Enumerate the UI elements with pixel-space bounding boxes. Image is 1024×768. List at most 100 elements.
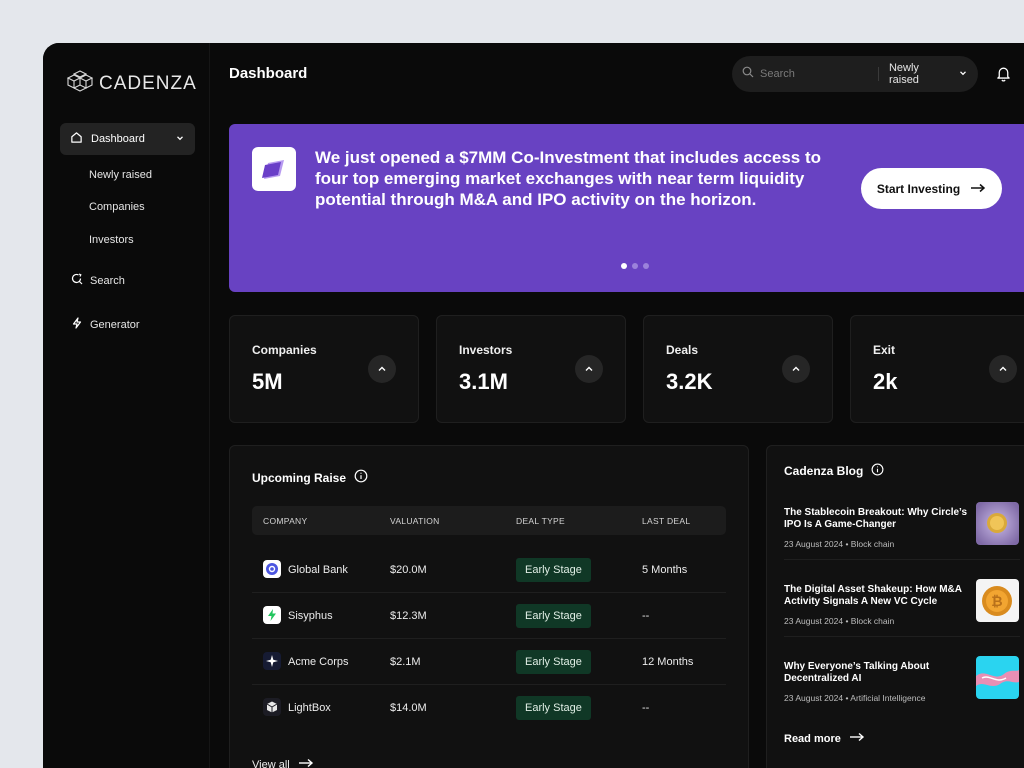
blog-post[interactable]: The Digital Asset Shakeup: How M&A Activ… xyxy=(784,579,1024,644)
search-divider xyxy=(878,67,879,81)
last-deal: -- xyxy=(642,702,650,714)
app-window: CADENZA Dashboard Newly raised Companies… xyxy=(43,43,1024,768)
chevron-up-icon[interactable] xyxy=(368,355,396,383)
stat-label: Companies xyxy=(252,343,317,357)
sidebar: CADENZA Dashboard Newly raised Companies… xyxy=(43,43,210,768)
blog-post[interactable]: The Stablecoin Breakout: Why Circle’s IP… xyxy=(784,502,1024,567)
stat-card-companies: Companies 5M xyxy=(229,315,419,423)
banner-logo-icon xyxy=(252,147,296,191)
chevron-down-icon xyxy=(175,133,185,146)
panel-title: Upcoming Raise xyxy=(252,469,368,486)
sidebar-item-search[interactable]: Search xyxy=(71,273,125,288)
post-meta: 23 August 2024 • Block chain xyxy=(784,616,895,626)
lightbox-logo-icon xyxy=(263,698,281,716)
sidebar-item-label: Dashboard xyxy=(91,133,145,145)
search-bar: Newly raised xyxy=(732,56,978,92)
company-name: Acme Corps xyxy=(288,656,349,668)
column-header[interactable]: DEAL TYPE xyxy=(516,516,565,526)
filter-dropdown[interactable]: Newly raised xyxy=(889,62,968,86)
chevron-down-icon xyxy=(958,68,968,81)
read-more-label: Read more xyxy=(784,732,841,745)
table-row[interactable]: Acme Corps $2.1M Early Stage 12 Months xyxy=(252,639,726,685)
lightning-icon xyxy=(71,317,83,332)
table-row[interactable]: LightBox $14.0M Early Stage -- xyxy=(252,685,726,731)
column-header[interactable]: LAST DEAL xyxy=(642,516,690,526)
cta-label: Start Investing xyxy=(876,181,961,196)
svg-text:₿: ₿ xyxy=(991,594,1002,610)
brand-logo[interactable]: CADENZA xyxy=(66,70,197,97)
chevron-up-icon[interactable] xyxy=(782,355,810,383)
info-icon[interactable] xyxy=(354,469,368,486)
chevron-up-icon[interactable] xyxy=(575,355,603,383)
sidebar-subitem-newly-raised[interactable]: Newly raised xyxy=(89,169,152,181)
sisyphus-logo-icon xyxy=(263,606,281,624)
sidebar-item-label: Search xyxy=(90,274,125,287)
stat-value: 3.2K xyxy=(666,369,713,394)
stat-label: Exit xyxy=(873,343,896,357)
table-row[interactable]: Sisyphus $12.3M Early Stage -- xyxy=(252,593,726,639)
global-bank-logo-icon xyxy=(263,560,281,578)
last-deal: -- xyxy=(642,610,650,622)
read-more-link[interactable]: Read more xyxy=(784,732,865,745)
company-name: Global Bank xyxy=(288,564,348,576)
stat-card-deals: Deals 3.2K xyxy=(643,315,833,423)
start-investing-button[interactable]: Start Investing xyxy=(861,168,1002,209)
valuation: $20.0M xyxy=(390,564,427,576)
page-title: Dashboard xyxy=(229,65,308,82)
table-row[interactable]: Global Bank $20.0M Early Stage 5 Months xyxy=(252,547,726,593)
sidebar-item-dashboard[interactable]: Dashboard xyxy=(60,123,195,155)
post-title: The Stablecoin Breakout: Why Circle’s IP… xyxy=(784,507,968,530)
sidebar-subitem-investors[interactable]: Investors xyxy=(89,234,134,246)
panel-title: Cadenza Blog xyxy=(784,463,884,479)
chevron-up-icon[interactable] xyxy=(989,355,1017,383)
stat-value: 5M xyxy=(252,369,283,394)
stat-label: Investors xyxy=(459,343,513,357)
company-name: LightBox xyxy=(288,702,331,714)
carousel-dot[interactable] xyxy=(632,263,638,269)
search-refresh-icon xyxy=(71,273,83,288)
brand-name: CADENZA xyxy=(99,72,197,94)
blog-post[interactable]: Why Everyone’s Talking About Decentraliz… xyxy=(784,656,1024,721)
search-input[interactable] xyxy=(760,68,872,80)
valuation: $2.1M xyxy=(390,656,421,668)
stat-card-exit: Exit 2k xyxy=(850,315,1024,423)
deal-type-badge: Early Stage xyxy=(516,558,591,582)
carousel-dots xyxy=(621,263,649,269)
stat-card-investors: Investors 3.1M xyxy=(436,315,626,423)
view-all-label: View all xyxy=(252,758,290,768)
post-title: Why Everyone’s Talking About Decentraliz… xyxy=(784,661,930,684)
sidebar-subitem-companies[interactable]: Companies xyxy=(89,201,145,213)
deal-type-badge: Early Stage xyxy=(516,696,591,720)
blog-title: Cadenza Blog xyxy=(784,464,864,478)
upcoming-raise-title: Upcoming Raise xyxy=(252,470,347,485)
post-thumbnail xyxy=(976,502,1019,545)
blog-panel: Cadenza Blog The Stablecoin Breakout: Wh… xyxy=(766,445,1024,768)
sidebar-item-label: Generator xyxy=(90,318,140,331)
valuation: $14.0M xyxy=(390,702,427,714)
divider xyxy=(784,559,1020,560)
post-thumbnail: ₿ xyxy=(976,579,1019,622)
banner-text: We just opened a $7MM Co-Investment that… xyxy=(315,148,822,209)
cube-logo-icon xyxy=(66,70,94,97)
sidebar-item-generator[interactable]: Generator xyxy=(71,317,140,332)
view-all-link[interactable]: View all xyxy=(252,758,314,768)
promo-banner: We just opened a $7MM Co-Investment that… xyxy=(229,124,1024,292)
carousel-dot[interactable] xyxy=(643,263,649,269)
arrow-right-icon xyxy=(849,732,865,745)
stat-value: 3.1M xyxy=(459,369,508,394)
column-header[interactable]: VALUATION xyxy=(390,516,440,526)
stat-value: 2k xyxy=(873,369,898,394)
post-thumbnail xyxy=(976,656,1019,699)
info-icon[interactable] xyxy=(871,463,884,479)
arrow-right-icon xyxy=(970,182,986,196)
post-meta: 23 August 2024 • Block chain xyxy=(784,539,895,549)
notification-bell-icon[interactable] xyxy=(995,65,1012,87)
arrow-right-icon xyxy=(298,758,314,768)
deal-type-badge: Early Stage xyxy=(516,604,591,628)
company-name: Sisyphus xyxy=(288,610,333,622)
filter-value: Newly raised xyxy=(888,62,919,86)
upcoming-raise-panel: Upcoming Raise COMPANY VALUATION DEAL TY… xyxy=(229,445,749,768)
column-header[interactable]: COMPANY xyxy=(263,516,307,526)
post-title: The Digital Asset Shakeup: How M&A Activ… xyxy=(784,584,962,607)
carousel-dot[interactable] xyxy=(621,263,627,269)
